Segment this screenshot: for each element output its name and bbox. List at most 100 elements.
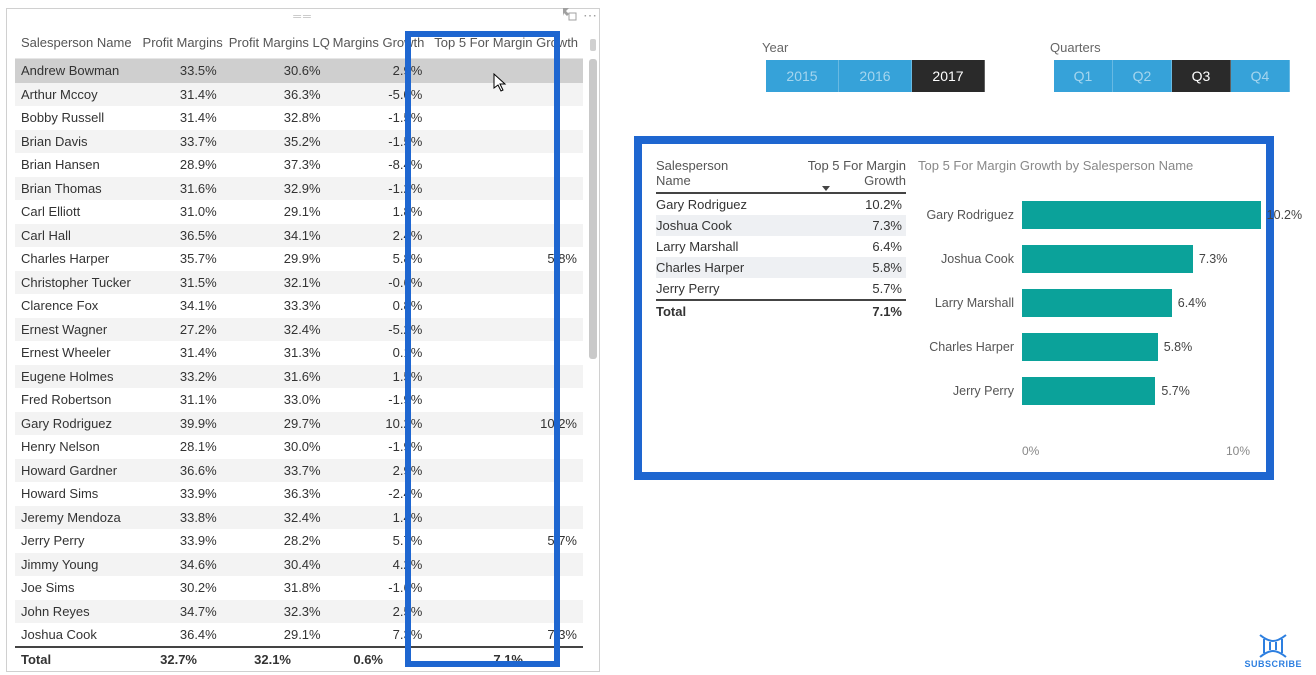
drag-handle-icon[interactable]: ══: [293, 11, 313, 23]
mini-table-row[interactable]: Jerry Perry5.7%: [656, 278, 906, 299]
cell-mg[interactable]: 4.2%: [327, 553, 429, 577]
cell-mg[interactable]: -1.9%: [327, 388, 429, 412]
cell-pm[interactable]: 31.4%: [137, 341, 223, 365]
main-table[interactable]: Salesperson Name Profit Margins Profit M…: [15, 31, 583, 647]
cell-top5[interactable]: 7.3%: [428, 623, 583, 647]
table-row[interactable]: Joe Sims30.2%31.8%-1.6%: [15, 576, 583, 600]
cell-pmlq[interactable]: 33.3%: [223, 294, 327, 318]
cell-top5[interactable]: [428, 435, 583, 459]
table-row[interactable]: Arthur Mccoy31.4%36.3%-5.0%: [15, 83, 583, 107]
cell-pm[interactable]: 31.6%: [137, 177, 223, 201]
bar-fill[interactable]: [1022, 201, 1261, 229]
cell-pm[interactable]: 33.5%: [137, 59, 223, 83]
cell-name[interactable]: Jeremy Mendoza: [15, 506, 137, 530]
cell-top5[interactable]: [428, 365, 583, 389]
table-row[interactable]: Christopher Tucker31.5%32.1%-0.6%: [15, 271, 583, 295]
cell-mg[interactable]: 2.4%: [327, 224, 429, 248]
cell-mg[interactable]: -5.0%: [327, 83, 429, 107]
mini-table-row[interactable]: Larry Marshall6.4%: [656, 236, 906, 257]
scrollbar-thumb[interactable]: [589, 59, 597, 359]
main-table-visual[interactable]: ══ ⋯ Salesperson Name Profit Margins Pro…: [6, 8, 600, 672]
cell-pm[interactable]: 31.4%: [137, 83, 223, 107]
cell-mg[interactable]: 2.9%: [327, 459, 429, 483]
cell-mg[interactable]: -1.9%: [327, 435, 429, 459]
cell-pm[interactable]: 36.4%: [137, 623, 223, 647]
cell-name[interactable]: Ernest Wagner: [15, 318, 137, 342]
cell-name[interactable]: Carl Hall: [15, 224, 137, 248]
cell-mg[interactable]: 5.8%: [327, 247, 429, 271]
cell-name[interactable]: Brian Hansen: [15, 153, 137, 177]
cell-mg[interactable]: 5.7%: [327, 529, 429, 553]
cell-pmlq[interactable]: 32.4%: [223, 506, 327, 530]
cell-name[interactable]: Joshua Cook: [15, 623, 137, 647]
cell-mg[interactable]: -2.4%: [327, 482, 429, 506]
col-header-top5[interactable]: Top 5 For Margin Growth: [428, 31, 583, 59]
cell-top5[interactable]: [428, 294, 583, 318]
table-row[interactable]: Eugene Holmes33.2%31.6%1.5%: [15, 365, 583, 389]
cell-top5[interactable]: [428, 459, 583, 483]
cell-pm[interactable]: 33.9%: [137, 482, 223, 506]
table-row[interactable]: John Reyes34.7%32.3%2.5%: [15, 600, 583, 624]
cell-name[interactable]: Henry Nelson: [15, 435, 137, 459]
cell-name[interactable]: Jimmy Young: [15, 553, 137, 577]
cell-pm[interactable]: 33.7%: [137, 130, 223, 154]
table-row[interactable]: Charles Harper35.7%29.9%5.8%5.8%: [15, 247, 583, 271]
quarter-slicer-option-q2[interactable]: Q2: [1113, 60, 1172, 92]
cell-pmlq[interactable]: 32.9%: [223, 177, 327, 201]
cell-pmlq[interactable]: 36.3%: [223, 83, 327, 107]
cell-top5[interactable]: [428, 553, 583, 577]
cell-top5[interactable]: [428, 130, 583, 154]
cell-pm[interactable]: 27.2%: [137, 318, 223, 342]
table-row[interactable]: Andrew Bowman33.5%30.6%2.9%: [15, 59, 583, 83]
cell-name[interactable]: Andrew Bowman: [15, 59, 137, 83]
quarter-slicer-option-q1[interactable]: Q1: [1054, 60, 1113, 92]
mini-header-top5[interactable]: Top 5 For Margin Growth: [766, 158, 906, 188]
cell-mg[interactable]: -0.6%: [327, 271, 429, 295]
cell-pmlq[interactable]: 35.2%: [223, 130, 327, 154]
cell-pmlq[interactable]: 31.3%: [223, 341, 327, 365]
cell-mg[interactable]: -1.2%: [327, 177, 429, 201]
cell-pmlq[interactable]: 30.0%: [223, 435, 327, 459]
cell-mg[interactable]: 0.1%: [327, 341, 429, 365]
year-slicer[interactable]: 201520162017: [766, 60, 985, 92]
cell-pm[interactable]: 31.4%: [137, 106, 223, 130]
bar-fill[interactable]: [1022, 377, 1155, 405]
quarter-slicer-option-q3[interactable]: Q3: [1172, 60, 1231, 92]
cell-mg[interactable]: 7.3%: [327, 623, 429, 647]
table-row[interactable]: Henry Nelson28.1%30.0%-1.9%: [15, 435, 583, 459]
bar-row[interactable]: Joshua Cook7.3%: [914, 237, 1256, 281]
bar-row[interactable]: Charles Harper5.8%: [914, 325, 1256, 369]
cell-top5[interactable]: [428, 388, 583, 412]
table-row[interactable]: Howard Sims33.9%36.3%-2.4%: [15, 482, 583, 506]
cell-mg[interactable]: 2.9%: [327, 59, 429, 83]
cell-name[interactable]: Howard Gardner: [15, 459, 137, 483]
cell-top5[interactable]: [428, 177, 583, 201]
cell-mg[interactable]: -1.6%: [327, 576, 429, 600]
cell-pm[interactable]: 33.2%: [137, 365, 223, 389]
table-row[interactable]: Brian Thomas31.6%32.9%-1.2%: [15, 177, 583, 201]
year-slicer-option-2017[interactable]: 2017: [912, 60, 985, 92]
cell-top5[interactable]: [428, 341, 583, 365]
table-row[interactable]: Brian Davis33.7%35.2%-1.5%: [15, 130, 583, 154]
subscribe-badge[interactable]: SUBSCRIBE: [1244, 633, 1302, 669]
cell-top5[interactable]: [428, 106, 583, 130]
cell-pmlq[interactable]: 29.1%: [223, 623, 327, 647]
mini-header-name[interactable]: Salesperson Name: [656, 158, 766, 188]
cell-top5[interactable]: [428, 600, 583, 624]
cell-pm[interactable]: 34.7%: [137, 600, 223, 624]
mini-table-row[interactable]: Charles Harper5.8%: [656, 257, 906, 278]
cell-pmlq[interactable]: 32.8%: [223, 106, 327, 130]
cell-pm[interactable]: 34.1%: [137, 294, 223, 318]
table-row[interactable]: Howard Gardner36.6%33.7%2.9%: [15, 459, 583, 483]
cell-pm[interactable]: 36.6%: [137, 459, 223, 483]
cell-name[interactable]: Clarence Fox: [15, 294, 137, 318]
year-slicer-option-2015[interactable]: 2015: [766, 60, 839, 92]
cell-pmlq[interactable]: 31.6%: [223, 365, 327, 389]
cell-name[interactable]: Gary Rodriguez: [15, 412, 137, 436]
cell-pmlq[interactable]: 29.9%: [223, 247, 327, 271]
cell-mg[interactable]: 2.5%: [327, 600, 429, 624]
cell-pmlq[interactable]: 29.1%: [223, 200, 327, 224]
table-row[interactable]: Carl Hall36.5%34.1%2.4%: [15, 224, 583, 248]
table-row[interactable]: Carl Elliott31.0%29.1%1.8%: [15, 200, 583, 224]
cell-name[interactable]: Brian Thomas: [15, 177, 137, 201]
